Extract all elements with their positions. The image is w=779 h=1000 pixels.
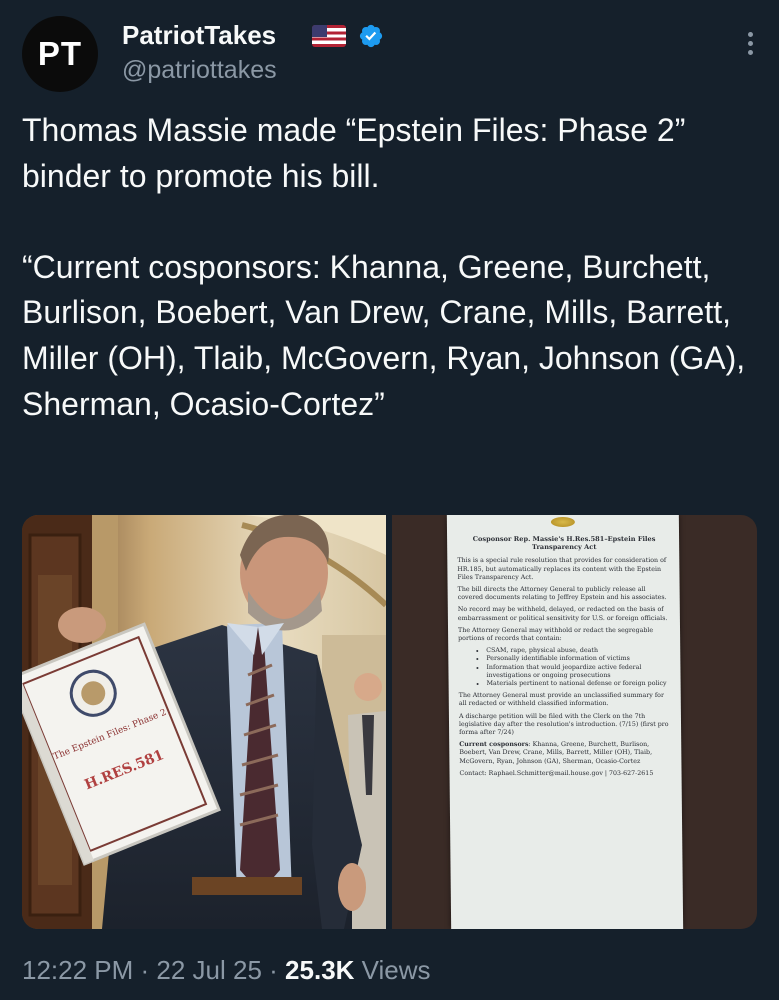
doc-cosponsors: Current cosponsors: Khanna, Greene, Burc… [459, 741, 673, 766]
tweet-date[interactable]: 22 Jul 25 [156, 955, 262, 985]
doc-contact: Contact: Raphael.Schmitter@mail.house.go… [459, 769, 654, 777]
photo-massie-binder[interactable]: The Epstein Files: Phase 2 H.RES.581 [22, 515, 386, 929]
doc-cosponsors-label: Current cosponsors [459, 741, 529, 749]
tweet-header: PT PatriotTakes @patriottakes [22, 16, 762, 96]
display-name[interactable]: PatriotTakes [122, 20, 276, 51]
user-handle[interactable]: @patriottakes [122, 56, 277, 85]
doc-paragraph-5: The Attorney General must provide an unc… [458, 692, 664, 708]
doc-bullet: Materials pertinent to national defense … [487, 680, 673, 688]
more-options-icon[interactable] [748, 32, 754, 58]
verified-badge-icon[interactable] [358, 23, 384, 49]
views-count[interactable]: 25.3K [285, 955, 354, 985]
document-sheet: Cosponsor Rep. Massie's H.Res.581–Epstei… [446, 515, 684, 929]
us-flag-icon [312, 25, 346, 47]
tweet-text: Thomas Massie made “Epstein Files: Phase… [22, 112, 746, 422]
doc-title: Cosponsor Rep. Massie's H.Res.581–Epstei… [472, 535, 656, 552]
house-seal-icon [550, 517, 575, 527]
media-grid: The Epstein Files: Phase 2 H.RES.581 Cos… [22, 515, 757, 929]
doc-paragraph-4: The Attorney General may withhold or red… [458, 626, 654, 643]
doc-bullet: Personally identifiable information of v… [486, 655, 672, 663]
avatar[interactable]: PT [22, 16, 98, 92]
meta-separator: · [133, 955, 157, 985]
tweet-time[interactable]: 12:22 PM [22, 955, 133, 985]
meta-separator: · [261, 955, 286, 985]
doc-paragraph-3: No record may be withheld, delayed, or r… [457, 606, 668, 622]
doc-paragraph-1: This is a special rule resolution that p… [457, 557, 667, 581]
doc-paragraph-2: The bill directs the Attorney General to… [457, 586, 667, 602]
photo-document[interactable]: Cosponsor Rep. Massie's H.Res.581–Epstei… [392, 515, 757, 929]
doc-bullet: CSAM, rape, physical abuse, death [486, 647, 672, 655]
doc-bullet: Information that would jeopardize active… [486, 664, 672, 680]
doc-bullet-list: CSAM, rape, physical abuse, death Person… [458, 647, 672, 688]
views-label: Views [354, 955, 431, 985]
tweet-meta: 12:22 PM · 22 Jul 25 · 25.3K Views [22, 955, 431, 986]
doc-paragraph-6: A discharge petition will be filed with … [458, 712, 669, 737]
